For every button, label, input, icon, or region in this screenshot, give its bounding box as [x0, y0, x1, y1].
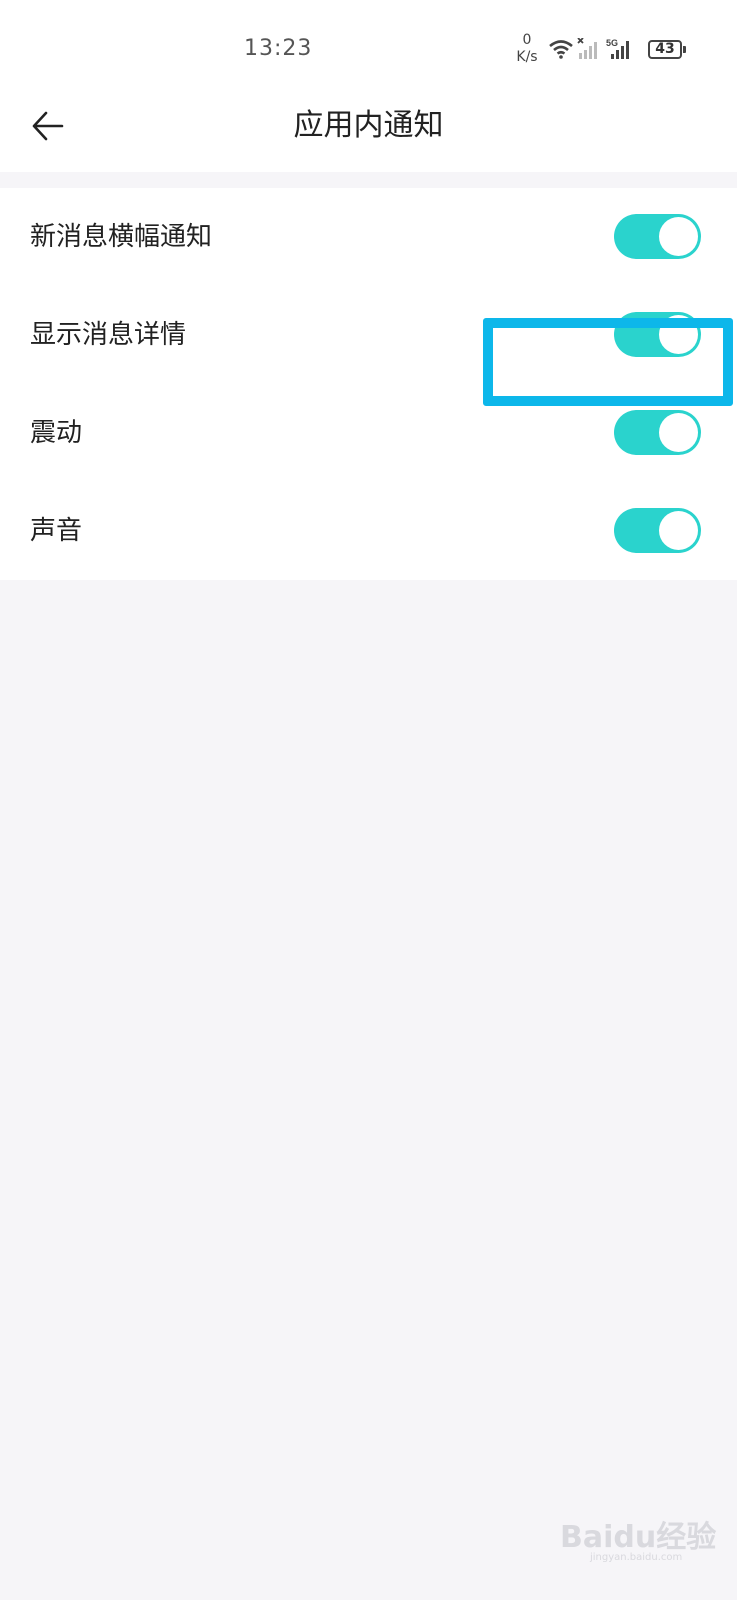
setting-row-banner-notification: 新消息横幅通知 [0, 188, 737, 286]
setting-row-sound: 声音 [0, 482, 737, 580]
setting-label: 显示消息详情 [30, 320, 187, 350]
wifi-icon [548, 38, 574, 64]
toggle-knob [659, 315, 698, 354]
setting-row-show-message-details: 显示消息详情 [0, 286, 737, 384]
header: 应用内通知 [0, 90, 737, 160]
setting-row-vibration: 震动 [0, 384, 737, 482]
status-time: 13:23 [244, 36, 313, 61]
network-speed-unit: K/s [516, 49, 538, 65]
toggle-knob [659, 217, 698, 256]
setting-label: 新消息横幅通知 [30, 222, 213, 252]
settings-list: 新消息横幅通知 显示消息详情 震动 声音 [0, 188, 737, 580]
signal-icon [576, 37, 602, 64]
watermark-url: jingyan.baidu.com [590, 1552, 683, 1563]
signal-5g-icon: 5G [606, 38, 636, 64]
watermark: Baidu经验 jingyan.baidu.com [560, 1508, 720, 1570]
status-bar: 13:23 0 K/s 5G 43 [0, 0, 737, 90]
vibration-toggle[interactable] [614, 410, 701, 455]
battery-icon: 43 [648, 40, 686, 59]
show-message-details-toggle[interactable] [614, 312, 701, 357]
toggle-knob [659, 511, 698, 550]
toggle-knob [659, 413, 698, 452]
setting-label: 声音 [30, 516, 83, 546]
setting-label: 震动 [30, 418, 83, 448]
banner-notification-toggle[interactable] [614, 214, 701, 259]
network-speed-value: 0 [522, 32, 532, 48]
network-type-text: 5G [606, 38, 618, 48]
battery-level: 43 [655, 41, 675, 57]
network-speed: 0 K/s [512, 32, 542, 66]
sound-toggle[interactable] [614, 508, 701, 553]
page-title: 应用内通知 [293, 108, 444, 143]
watermark-logo: Baidu经验 [560, 1520, 717, 1555]
